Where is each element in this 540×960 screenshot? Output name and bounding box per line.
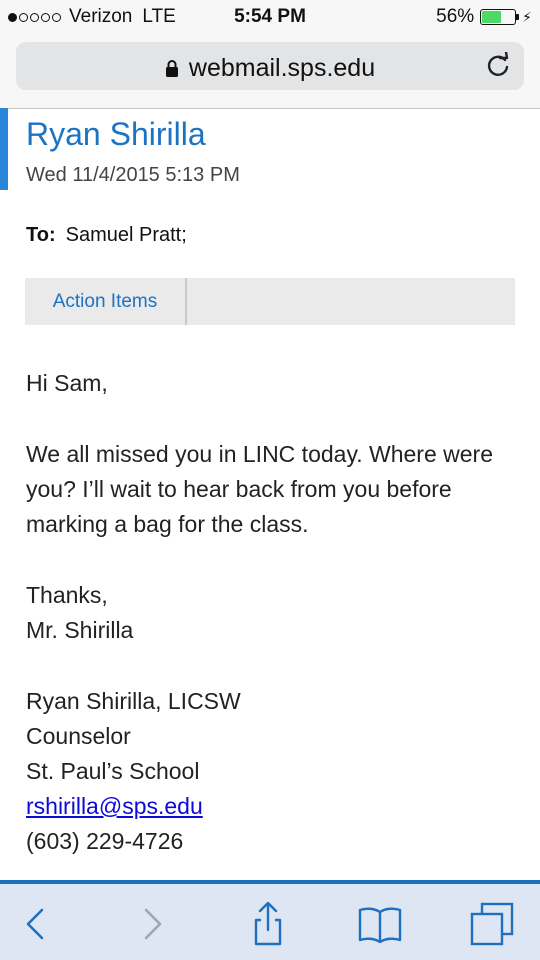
action-bar: Action Items <box>25 278 515 325</box>
email-body: Hi Sam, We all missed you in LINC today.… <box>26 366 506 859</box>
message-paragraph: We all missed you in LINC today. Where w… <box>26 441 493 537</box>
charging-icon: ⚡ <box>522 8 532 25</box>
greeting: Hi Sam, <box>26 370 108 396</box>
sent-date: Wed 11/4/2015 5:13 PM <box>26 164 240 186</box>
url-text: webmail.sps.edu <box>188 54 376 82</box>
status-bar: Verizon LTE 5:54 PM 56% ⚡ <box>0 0 540 36</box>
signature-phone: (603) 229-4726 <box>26 828 184 854</box>
reload-icon[interactable] <box>484 52 512 80</box>
share-icon[interactable] <box>246 902 290 946</box>
to-label: To: <box>26 224 56 246</box>
lock-icon <box>165 60 178 77</box>
recipient-line: To: Samuel Pratt; <box>26 224 187 247</box>
browser-toolbar <box>0 880 540 960</box>
closing: Thanks, <box>26 582 108 608</box>
battery-info: 56% ⚡ <box>436 6 532 28</box>
signature-email-link[interactable]: rshirilla@sps.edu <box>26 793 203 819</box>
url-field[interactable]: webmail.sps.edu <box>16 42 524 90</box>
signature-title: Counselor <box>26 723 131 749</box>
bookmarks-icon[interactable] <box>358 902 402 946</box>
address-bar-area: webmail.sps.edu <box>0 36 540 109</box>
battery-percent: 56% <box>436 6 475 27</box>
signature-school: St. Paul’s School <box>26 758 200 784</box>
signature-name: Ryan Shirilla, LICSW <box>26 688 241 714</box>
closing-name: Mr. Shirilla <box>26 617 134 643</box>
forward-icon[interactable] <box>130 902 174 946</box>
tabs-icon[interactable] <box>470 902 514 946</box>
unread-accent-bar <box>0 108 8 190</box>
back-icon[interactable] <box>14 902 58 946</box>
battery-icon <box>480 9 520 25</box>
recipient-name[interactable]: Samuel Pratt; <box>66 224 187 246</box>
sender-name[interactable]: Ryan Shirilla <box>26 116 206 153</box>
action-items-tab[interactable]: Action Items <box>25 278 187 325</box>
